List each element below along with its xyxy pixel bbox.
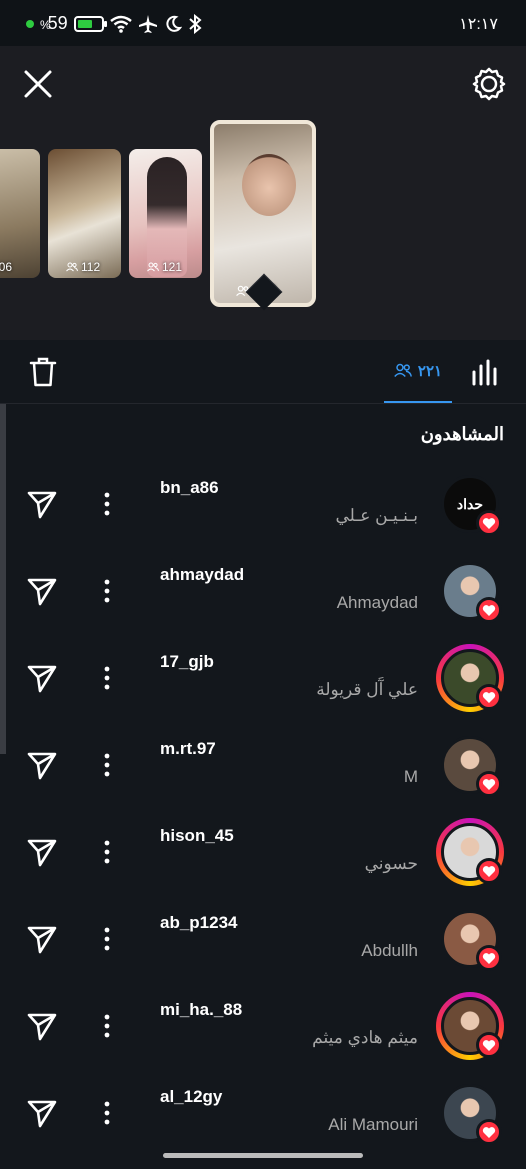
viewer-fullname: M bbox=[403, 767, 418, 786]
send-icon[interactable] bbox=[26, 662, 58, 694]
viewer-username[interactable]: ab_p1234 bbox=[160, 913, 238, 933]
avatar[interactable] bbox=[436, 557, 504, 625]
viewer-row[interactable]: ab_p1234 Abdullh bbox=[0, 905, 526, 992]
story-thumbnail[interactable]: 112 bbox=[48, 149, 121, 278]
viewers-icon bbox=[147, 262, 159, 272]
send-icon[interactable] bbox=[26, 923, 58, 955]
bar-chart-icon[interactable] bbox=[470, 358, 498, 386]
more-options-icon[interactable] bbox=[100, 751, 114, 779]
more-options-icon[interactable] bbox=[100, 664, 114, 692]
viewer-username[interactable]: m.rt.97 bbox=[160, 739, 216, 759]
story-thumbnail[interactable]: 121 bbox=[129, 149, 202, 278]
status-left: %59 bbox=[26, 13, 202, 34]
viewer-row[interactable]: mi_ha._88 ميثم هادي ميثم bbox=[0, 992, 526, 1079]
viewer-fullname: علي آَل قريولة bbox=[316, 680, 418, 699]
bluetooth-icon bbox=[189, 13, 202, 34]
heart-icon bbox=[476, 597, 502, 623]
viewer-username[interactable]: bn_a86 bbox=[160, 478, 219, 498]
viewers-count: ٢٢١ bbox=[417, 362, 443, 380]
viewer-fullname: Ali Mamouri bbox=[328, 1115, 418, 1134]
heart-icon bbox=[476, 858, 502, 884]
viewer-row[interactable]: m.rt.97 M bbox=[0, 731, 526, 818]
viewer-fullname: بـنـيـن عـلي bbox=[335, 506, 418, 525]
viewer-username[interactable]: 17_gjb bbox=[160, 652, 214, 672]
close-icon[interactable] bbox=[22, 68, 54, 100]
viewer-fullname: Abdullh bbox=[361, 941, 418, 960]
more-options-icon[interactable] bbox=[100, 1099, 114, 1127]
viewers-icon bbox=[66, 262, 78, 272]
avatar[interactable] bbox=[436, 905, 504, 973]
battery-icon bbox=[73, 15, 107, 32]
viewer-fullname: ميثم هادي ميثم bbox=[312, 1028, 418, 1047]
moon-icon bbox=[166, 15, 182, 32]
send-icon[interactable] bbox=[26, 1010, 58, 1042]
more-options-icon[interactable] bbox=[100, 1012, 114, 1040]
story-view-count: 106 bbox=[0, 260, 13, 274]
heart-icon bbox=[476, 1119, 502, 1145]
viewer-fullname: حسوني bbox=[364, 854, 418, 873]
status-bar: %59 ١٢:١٧ bbox=[0, 0, 526, 46]
heart-icon bbox=[476, 771, 502, 797]
gear-icon[interactable] bbox=[471, 66, 507, 102]
avatar[interactable] bbox=[436, 731, 504, 799]
viewer-row[interactable]: bn_a86 بـنـيـن عـلي حداد bbox=[0, 470, 526, 557]
wifi-icon bbox=[109, 15, 132, 33]
viewer-username[interactable]: hison_45 bbox=[160, 826, 234, 846]
avatar[interactable] bbox=[436, 818, 504, 886]
avatar[interactable] bbox=[436, 992, 504, 1060]
more-options-icon[interactable] bbox=[100, 925, 114, 953]
heart-icon bbox=[476, 1032, 502, 1058]
tab-viewers[interactable]: ٢٢١ bbox=[384, 340, 452, 403]
viewer-tabs: ٢٢١ bbox=[0, 340, 526, 404]
story-view-count: 121 bbox=[147, 260, 182, 274]
clock: ١٢:١٧ bbox=[459, 16, 498, 33]
airplane-icon bbox=[138, 14, 157, 33]
send-icon[interactable] bbox=[26, 488, 58, 520]
send-icon[interactable] bbox=[26, 749, 58, 781]
viewer-fullname: Ahmaydad bbox=[336, 593, 418, 612]
more-options-icon[interactable] bbox=[100, 838, 114, 866]
home-indicator[interactable] bbox=[163, 1153, 363, 1158]
battery-percent: %59 bbox=[40, 13, 68, 33]
viewer-row[interactable]: 17_gjb علي آَل قريولة bbox=[0, 644, 526, 731]
avatar[interactable]: حداد bbox=[436, 470, 504, 538]
story-view-count: 112 bbox=[66, 260, 100, 274]
send-icon[interactable] bbox=[26, 836, 58, 868]
viewer-username[interactable]: al_12gy bbox=[160, 1087, 222, 1107]
send-icon[interactable] bbox=[26, 575, 58, 607]
avatar-logo-text: حداد bbox=[456, 495, 484, 512]
story-thumbnail[interactable]: 106 bbox=[0, 149, 40, 278]
viewer-username[interactable]: mi_ha._88 bbox=[160, 1000, 242, 1020]
heart-icon bbox=[476, 684, 502, 710]
recording-dot-icon bbox=[26, 19, 34, 28]
viewers-icon bbox=[394, 363, 412, 378]
viewer-row[interactable]: ahmaydad Ahmaydad bbox=[0, 557, 526, 644]
more-options-icon[interactable] bbox=[100, 490, 114, 518]
heart-icon bbox=[476, 510, 502, 536]
heart-icon bbox=[476, 945, 502, 971]
more-options-icon[interactable] bbox=[100, 577, 114, 605]
send-icon[interactable] bbox=[26, 1097, 58, 1129]
viewers-heading: المشاهدون bbox=[420, 424, 504, 444]
viewer-username[interactable]: ahmaydad bbox=[160, 565, 244, 585]
trash-icon[interactable] bbox=[28, 356, 58, 388]
viewer-row[interactable]: hison_45 حسوني bbox=[0, 818, 526, 905]
avatar[interactable] bbox=[436, 1079, 504, 1147]
avatar[interactable] bbox=[436, 644, 504, 712]
